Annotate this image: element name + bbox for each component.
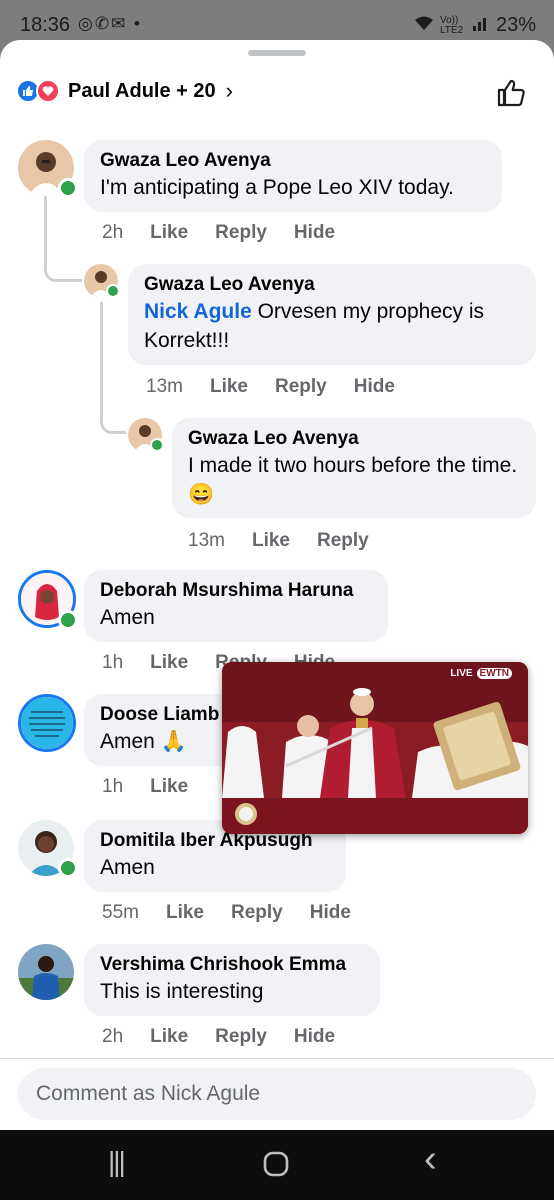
reply-button[interactable]: Reply [215, 1026, 267, 1048]
comment-actions: 2h Like Reply Hide [102, 1026, 362, 1048]
status-time: 18:36 [20, 14, 71, 36]
notification-icons: ◎✆✉ • [78, 14, 142, 33]
battery-percent: 23% [495, 14, 536, 36]
comment-time: 1h [102, 776, 124, 797]
comment-text: Amen [100, 606, 155, 629]
like-button[interactable]: Like [150, 222, 188, 244]
hide-button[interactable]: Hide [310, 902, 351, 924]
reply-button[interactable]: Reply [215, 222, 267, 244]
online-status-dot [150, 438, 164, 452]
system-nav-bar: ||| ‹ [0, 1130, 554, 1200]
picture-in-picture-video[interactable]: LIVE EWTN [222, 662, 528, 834]
reply-button[interactable]: Reply [231, 902, 283, 924]
like-button[interactable]: Like [150, 1026, 188, 1048]
comment-actions: 13m Like Reply Hide [146, 376, 422, 398]
hide-button[interactable]: Hide [294, 1026, 335, 1048]
signal-icon [472, 15, 490, 36]
love-reaction-icon [36, 79, 60, 103]
wifi-icon [414, 15, 434, 36]
comment-time: 13m [146, 376, 183, 397]
online-status-dot [58, 610, 78, 630]
thread-connector [44, 196, 82, 282]
like-button[interactable]: Like [252, 530, 290, 552]
comment-bubble[interactable]: Gwaza Leo Avenya Nick Agule Orvesen my p… [128, 264, 536, 365]
reply-button[interactable]: Reply [275, 376, 327, 398]
comment-time: 2h [102, 1026, 124, 1047]
comment-author[interactable]: Vershima Chrishook Emma [100, 953, 364, 977]
comment-author[interactable]: Gwaza Leo Avenya [100, 149, 486, 173]
reaction-icons [16, 79, 60, 103]
like-button[interactable]: Like [210, 376, 248, 398]
online-status-dot [106, 284, 120, 298]
reply-button[interactable]: Reply [317, 530, 369, 552]
comment-text: I'm anticipating a Pope Leo XIV today. [100, 176, 454, 199]
network-label: Vo)) LTE2 [439, 14, 464, 36]
comment-time: 55m [102, 902, 139, 923]
comment-bubble[interactable]: Deborah Msurshima Haruna Amen [84, 570, 388, 642]
comments-sheet: Paul Adule + 20 › Gwaza Leo Avenya I'm a… [0, 40, 554, 1130]
comment-time: 1h [102, 652, 124, 673]
online-status-dot [58, 858, 78, 878]
hide-button[interactable]: Hide [354, 376, 395, 398]
composer-divider [0, 1058, 554, 1059]
status-right: Vo)) LTE2 23% [414, 14, 536, 37]
hide-button[interactable]: Hide [294, 222, 335, 244]
reactions-summary[interactable]: Paul Adule + 20 › [16, 76, 233, 106]
online-status-dot [58, 178, 78, 198]
comment-actions: 55m Like Reply Hide [102, 902, 378, 924]
comment-actions: 13m Like Reply [188, 530, 396, 552]
avatar[interactable] [18, 944, 74, 1000]
channel-logo: EWTN [476, 668, 512, 679]
comment-actions: 1h Like [102, 776, 215, 798]
comment-author[interactable]: Gwaza Leo Avenya [144, 273, 520, 297]
comment-text: I made it two hours before the time.😄 [188, 454, 518, 506]
comment-input[interactable]: Comment as Nick Agule [18, 1068, 536, 1120]
comment-bubble[interactable]: Vershima Chrishook Emma This is interest… [84, 944, 380, 1016]
like-button[interactable]: Like [166, 902, 204, 924]
comment-text: Nick Agule Orvesen my prophecy is Korrek… [144, 297, 520, 355]
sheet-grabber[interactable] [248, 50, 306, 56]
avatar[interactable] [18, 694, 76, 752]
comment-text: This is interesting [100, 980, 264, 1003]
thread-connector [100, 302, 126, 434]
comment-time: 2h [102, 222, 124, 243]
comment-bubble[interactable]: Gwaza Leo Avenya I made it two hours bef… [172, 418, 536, 518]
reactors-label: Paul Adule + 20 [68, 79, 216, 102]
thumbs-up-icon [497, 79, 525, 107]
video-frame [222, 662, 528, 834]
mention-link[interactable]: Nick Agule [144, 300, 252, 323]
comment-actions: 2h Like Reply Hide [102, 222, 362, 244]
like-button[interactable]: Like [150, 652, 188, 674]
home-button[interactable] [262, 1150, 290, 1185]
recents-button[interactable]: ||| [108, 1146, 126, 1178]
like-button[interactable]: Like [150, 776, 188, 798]
live-label: LIVE [450, 668, 473, 679]
chevron-right-icon: › [225, 78, 233, 103]
comment-author[interactable]: Deborah Msurshima Haruna [100, 579, 372, 603]
back-button[interactable]: ‹ [424, 1138, 437, 1181]
comment-text: Amen [100, 856, 155, 879]
comment-time: 13m [188, 530, 225, 551]
home-icon [263, 1151, 289, 1177]
comment-bubble[interactable]: Gwaza Leo Avenya I'm anticipating a Pope… [84, 140, 502, 212]
live-badge: LIVE EWTN [450, 668, 512, 679]
like-post-button[interactable] [494, 76, 528, 110]
comment-author[interactable]: Gwaza Leo Avenya [188, 427, 520, 451]
